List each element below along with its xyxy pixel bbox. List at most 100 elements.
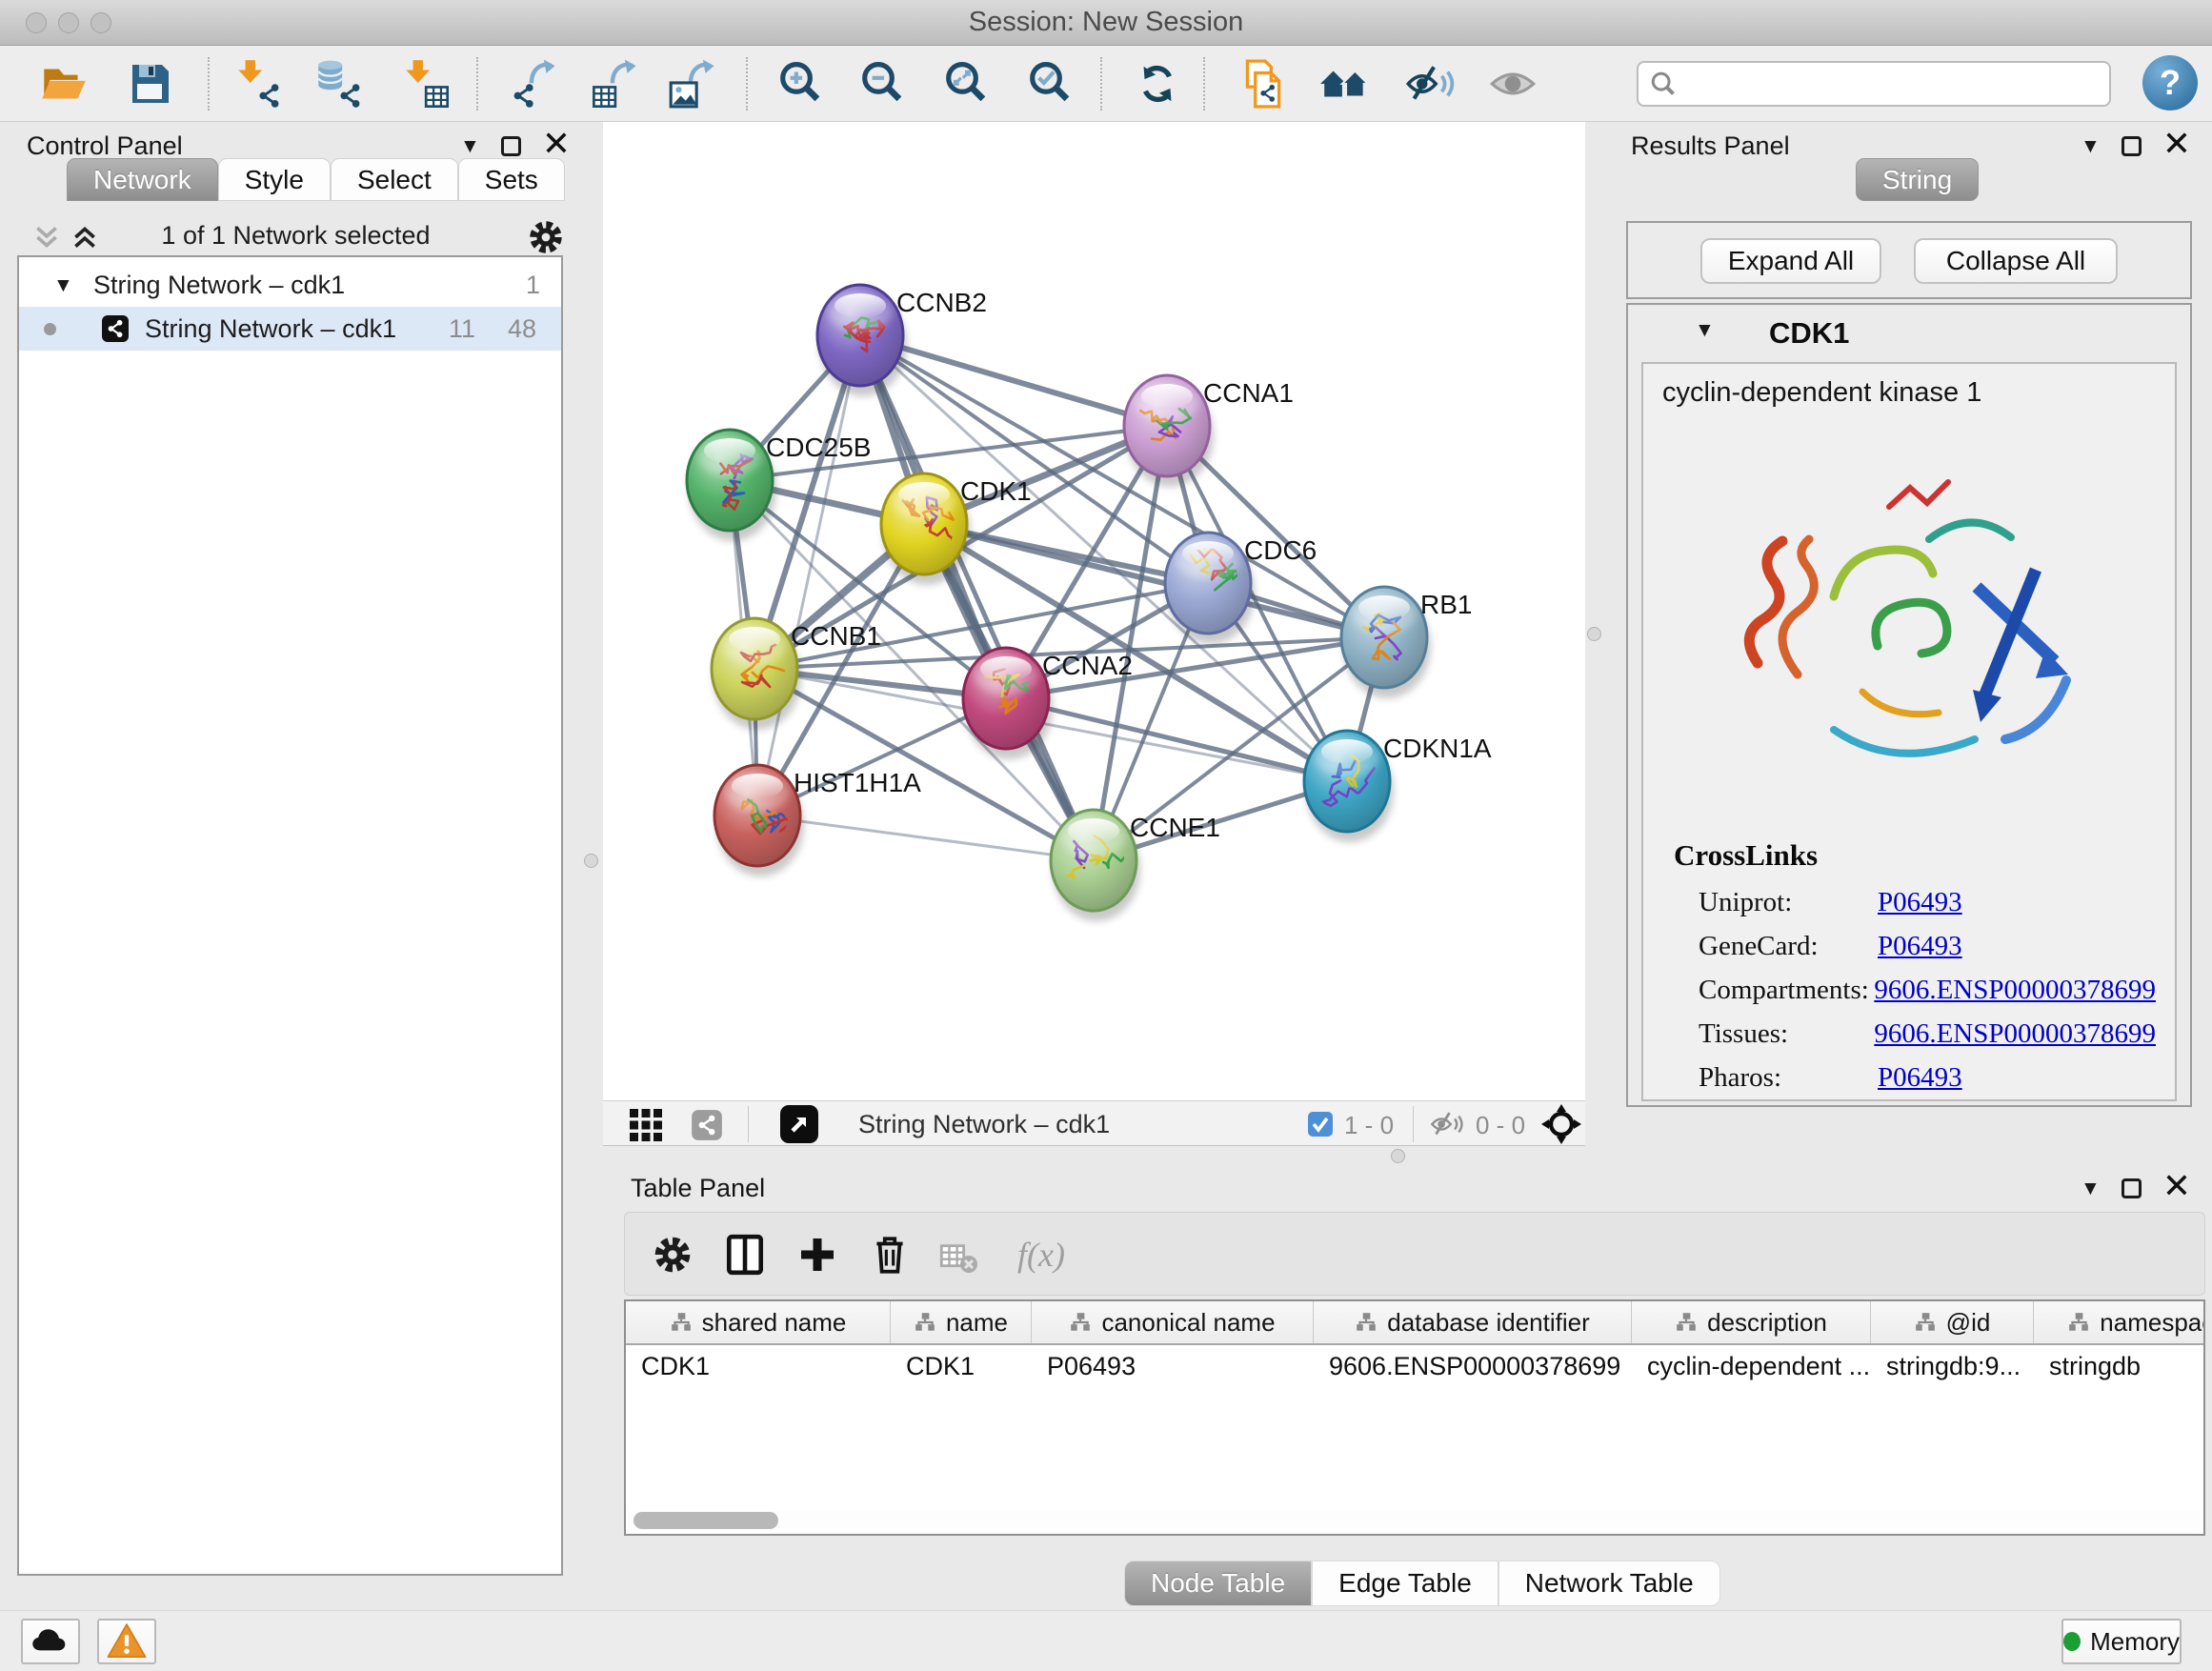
search-input[interactable] bbox=[1686, 70, 2109, 99]
table-row[interactable]: CDK1CDK1P064939606.ENSP00000378699cyclin… bbox=[626, 1345, 2205, 1387]
show-all-button[interactable] bbox=[1482, 53, 1543, 114]
cytoscape-window: { "window": { "title": "Session: New Ses… bbox=[0, 0, 2212, 1671]
hide-selected-button[interactable] bbox=[1398, 53, 1459, 114]
refresh-button[interactable] bbox=[1127, 53, 1188, 114]
birdseye-view-icon[interactable] bbox=[780, 1105, 818, 1143]
fit-content-crosshair-icon[interactable] bbox=[1540, 1103, 1582, 1145]
help-button[interactable]: ? bbox=[2142, 55, 2198, 111]
export-image-button[interactable] bbox=[662, 53, 723, 114]
crosslink-link-tissues[interactable]: 9606.ENSP00000378699 bbox=[1874, 1018, 2156, 1050]
expand-all-button[interactable]: Expand All bbox=[1700, 238, 1881, 284]
results-panel-title: Results Panel bbox=[1631, 131, 1790, 161]
crosslink-link-compartments[interactable]: 9606.ENSP00000378699 bbox=[1874, 975, 2156, 1006]
scrollbar-thumb[interactable] bbox=[633, 1512, 778, 1529]
gene-details: cyclin-dependent kinase 1 CrossLinks Uni… bbox=[1641, 362, 2177, 1101]
close-panel-icon[interactable]: ✕ bbox=[2162, 127, 2191, 161]
gear-icon[interactable] bbox=[526, 217, 566, 257]
crosslink-link-genecard[interactable]: P06493 bbox=[1878, 931, 1962, 962]
float-panel-icon[interactable] bbox=[501, 136, 521, 156]
create-column-plus-icon[interactable] bbox=[791, 1228, 844, 1281]
tab-string[interactable]: String bbox=[1856, 158, 1979, 201]
tab-network-table[interactable]: Network Table bbox=[1498, 1560, 1720, 1606]
memory-label: Memory bbox=[2090, 1627, 2180, 1657]
network-selection-status: 1 of 1 Network selected bbox=[0, 221, 592, 251]
collapse-collection-icon[interactable]: ▼ bbox=[53, 275, 73, 295]
network-node-CDC6[interactable] bbox=[1165, 533, 1255, 644]
search-field[interactable] bbox=[1637, 61, 2111, 107]
tab-network[interactable]: Network bbox=[67, 158, 218, 201]
export-network-button[interactable] bbox=[503, 53, 564, 114]
table-cell: stringdb:9... bbox=[1871, 1352, 2034, 1381]
import-network-from-file-button[interactable] bbox=[227, 53, 288, 114]
function-builder-icon[interactable]: f(x) bbox=[998, 1228, 1084, 1281]
network-view-icon[interactable] bbox=[691, 1109, 723, 1141]
column-header-name[interactable]: name bbox=[891, 1301, 1032, 1343]
grid-view-icon[interactable] bbox=[630, 1109, 662, 1141]
show-columns-icon[interactable] bbox=[718, 1228, 772, 1281]
crosslink-row: Tissues:9606.ENSP00000378699 bbox=[1699, 1012, 2156, 1056]
column-header-namespace[interactable]: namespace bbox=[2034, 1301, 2205, 1343]
import-table-from-file-button[interactable] bbox=[394, 53, 455, 114]
column-header-database-identifier[interactable]: database identifier bbox=[1314, 1301, 1632, 1343]
network-graph[interactable]: CCNB2CCNA1CDC25BCDK1CDC6RB1CCNB1CCNA2CDK… bbox=[603, 122, 1585, 1100]
panel-menu-icon[interactable]: ▼ bbox=[2081, 1178, 2101, 1198]
column-header-canonical-name[interactable]: canonical name bbox=[1032, 1301, 1314, 1343]
tab-node-table[interactable]: Node Table bbox=[1124, 1560, 1312, 1606]
network-node-CCNA1[interactable] bbox=[1122, 375, 1214, 487]
float-panel-icon[interactable] bbox=[2122, 136, 2142, 156]
clone-network-button[interactable] bbox=[1232, 53, 1293, 114]
network-node-CDK1[interactable] bbox=[881, 473, 971, 585]
minimize-window-icon[interactable] bbox=[58, 12, 79, 33]
column-header-description[interactable]: description bbox=[1632, 1301, 1871, 1343]
maximize-window-icon[interactable] bbox=[90, 12, 111, 33]
right-splitter-handle[interactable] bbox=[1587, 627, 1601, 641]
panel-menu-icon[interactable]: ▼ bbox=[460, 136, 480, 156]
bottom-splitter-handle[interactable] bbox=[1391, 1149, 1405, 1163]
tab-edge-table[interactable]: Edge Table bbox=[1312, 1560, 1498, 1606]
import-network-from-database-button[interactable] bbox=[308, 53, 369, 114]
column-header-shared-name[interactable]: shared name bbox=[626, 1301, 891, 1343]
close-panel-icon[interactable]: ✕ bbox=[2162, 1169, 2191, 1203]
network-node-CCNA2[interactable] bbox=[963, 648, 1053, 759]
table-cell: cyclin-dependent ... bbox=[1632, 1352, 1871, 1381]
delete-table-icon[interactable] bbox=[932, 1228, 985, 1281]
selected-checkbox-icon[interactable] bbox=[1308, 1112, 1333, 1137]
network-list-header: 1 of 1 Network selected bbox=[0, 213, 592, 261]
zoom-selected-button[interactable] bbox=[1019, 53, 1080, 114]
zoom-fit-button[interactable] bbox=[935, 53, 996, 114]
memory-button[interactable]: Memory bbox=[2061, 1619, 2182, 1664]
zoom-in-button[interactable] bbox=[770, 53, 831, 114]
open-file-button[interactable] bbox=[33, 53, 94, 114]
network-canvas[interactable]: CCNB2CCNA1CDC25BCDK1CDC6RB1CCNB1CCNA2CDK… bbox=[603, 122, 1585, 1100]
protein-structure-image bbox=[1691, 425, 2129, 825]
column-header-@id[interactable]: @id bbox=[1871, 1301, 2034, 1343]
tab-sets[interactable]: Sets bbox=[458, 158, 565, 201]
crosslink-link-uniprot[interactable]: P06493 bbox=[1878, 887, 1962, 918]
collapse-all-button[interactable]: Collapse All bbox=[1914, 238, 2118, 284]
export-table-button[interactable] bbox=[584, 53, 645, 114]
first-neighbors-button[interactable] bbox=[1315, 53, 1376, 114]
warnings-button[interactable] bbox=[97, 1619, 156, 1664]
network-node-CDKN1A[interactable] bbox=[1304, 731, 1394, 842]
network-node-CDC25B[interactable] bbox=[687, 430, 776, 541]
table-horizontal-scrollbar[interactable] bbox=[628, 1511, 2200, 1530]
collapse-entry-icon[interactable]: ▼ bbox=[1695, 320, 1715, 340]
crosslink-link-pharos[interactable]: P06493 bbox=[1878, 1062, 1962, 1094]
network-collection-row[interactable]: ▼ String Network – cdk1 1 bbox=[19, 263, 561, 307]
zoom-out-button[interactable] bbox=[852, 53, 913, 114]
left-splitter-handle[interactable] bbox=[584, 854, 598, 868]
delete-column-trash-icon[interactable] bbox=[863, 1228, 916, 1281]
close-window-icon[interactable] bbox=[26, 12, 47, 33]
network-node-HIST1H1A[interactable] bbox=[714, 765, 804, 876]
float-panel-icon[interactable] bbox=[2122, 1178, 2142, 1198]
cloud-status-button[interactable] bbox=[21, 1619, 80, 1664]
table-options-gear-icon[interactable] bbox=[646, 1228, 699, 1281]
network-row-selected[interactable]: String Network – cdk1 11 48 bbox=[19, 307, 561, 351]
network-node-RB1[interactable] bbox=[1341, 587, 1431, 698]
tab-select[interactable]: Select bbox=[331, 158, 458, 201]
panel-menu-icon[interactable]: ▼ bbox=[2081, 136, 2101, 156]
network-node-CCNB2[interactable] bbox=[817, 285, 907, 396]
tab-style[interactable]: Style bbox=[218, 158, 331, 201]
save-session-button[interactable] bbox=[119, 53, 180, 114]
close-panel-icon[interactable]: ✕ bbox=[542, 127, 571, 161]
